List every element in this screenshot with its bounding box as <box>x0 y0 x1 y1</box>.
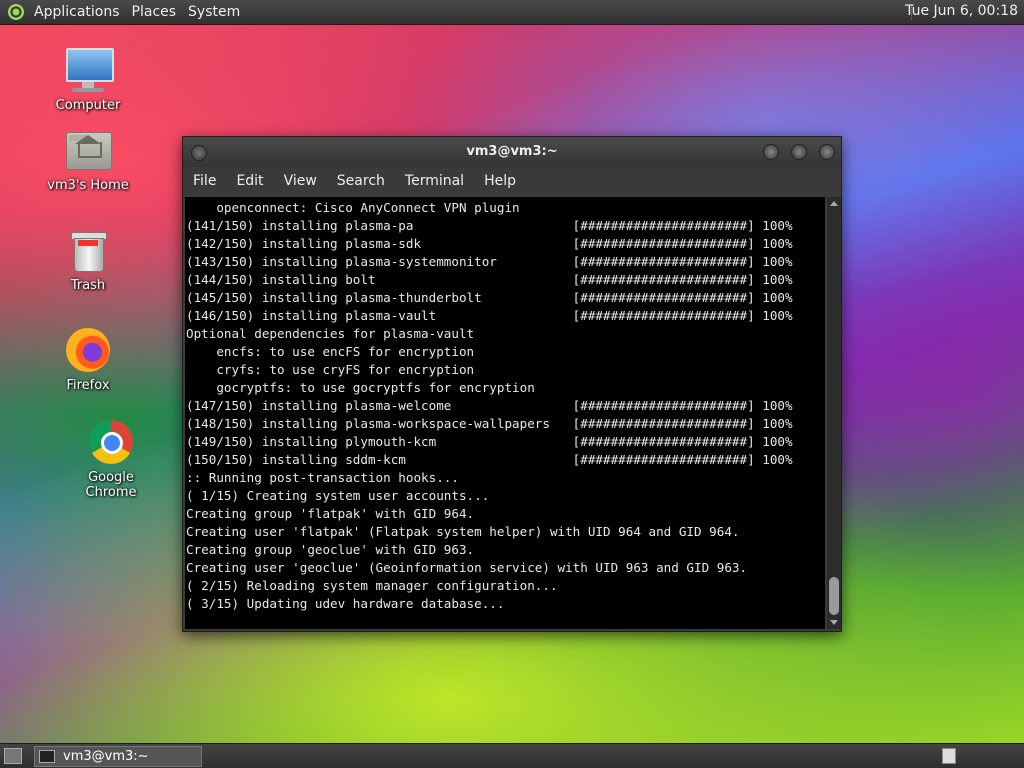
terminal-icon <box>39 750 55 763</box>
desktop-icon-chrome[interactable]: Google Chrome <box>61 418 161 500</box>
terminal-line: Optional dependencies for plasma-vault <box>186 326 475 341</box>
window-title: vm3@vm3:~ <box>466 144 558 159</box>
menu-edit[interactable]: Edit <box>236 173 263 189</box>
terminal-line: Creating user 'flatpak' (Flatpak system … <box>186 524 740 539</box>
desktop-icon-trash[interactable]: Trash <box>38 226 138 293</box>
terminal-line: cryfs: to use cryFS for encryption <box>186 362 475 377</box>
terminal-line: Creating group 'flatpak' with GID 964. <box>186 506 475 521</box>
firefox-icon <box>64 326 112 374</box>
workspace-switcher[interactable] <box>942 748 956 764</box>
terminal-line: openconnect: Cisco AnyConnect VPN plugin <box>186 200 520 215</box>
menu-search[interactable]: Search <box>337 173 385 189</box>
distro-logo-icon[interactable] <box>8 4 24 20</box>
terminal-line: :: Running post-transaction hooks... <box>186 470 459 485</box>
terminal-line: gocryptfs: to use gocryptfs for encrypti… <box>186 380 535 395</box>
scroll-up-arrow-icon[interactable] <box>830 201 838 206</box>
minimize-button[interactable] <box>763 144 779 160</box>
terminal-line: Creating group 'geoclue' with GID 963. <box>186 542 475 557</box>
terminal-text: openconnect: Cisco AnyConnect VPN plugin… <box>185 197 825 613</box>
trash-icon <box>64 226 112 274</box>
menu-view[interactable]: View <box>284 173 317 189</box>
home-folder-icon <box>64 126 112 174</box>
scroll-down-arrow-icon[interactable] <box>830 620 838 625</box>
terminal-line: (144/150) installing bolt [#############… <box>186 272 793 287</box>
maximize-button[interactable] <box>791 144 807 160</box>
terminal-line: (142/150) installing plasma-sdk [#######… <box>186 236 793 251</box>
window-titlebar[interactable]: vm3@vm3:~ <box>183 137 841 167</box>
terminal-line: (143/150) installing plasma-systemmonito… <box>186 254 793 269</box>
terminal-line: encfs: to use encFS for encryption <box>186 344 475 359</box>
taskbar-button-terminal[interactable]: vm3@vm3:~ <box>34 746 202 767</box>
computer-icon <box>64 46 114 94</box>
show-desktop-icon[interactable] <box>4 748 22 764</box>
menu-help[interactable]: Help <box>484 173 516 189</box>
terminal-line: (147/150) installing plasma-welcome [###… <box>186 398 793 413</box>
terminal-line: ( 1/15) Creating system user accounts... <box>186 488 490 503</box>
terminal-line: (145/150) installing plasma-thunderbolt … <box>186 290 793 305</box>
menu-file[interactable]: File <box>193 173 216 189</box>
desktop-icon-label: vm3's Home <box>47 178 129 193</box>
bottom-panel: vm3@vm3:~ <box>0 743 1024 768</box>
clock[interactable]: Tue Jun 6, 00:18 <box>905 3 1018 19</box>
desktop-icon-label: Trash <box>70 278 106 293</box>
desktop-icon-home[interactable]: vm3's Home <box>38 126 138 193</box>
terminal-line: ( 3/15) Updating udev hardware database.… <box>186 596 505 611</box>
terminal-output[interactable]: openconnect: Cisco AnyConnect VPN plugin… <box>185 197 825 629</box>
desktop-icon-firefox[interactable]: Firefox <box>38 326 138 393</box>
chrome-icon <box>87 418 135 466</box>
terminal-line: Creating user 'geoclue' (Geoinformation … <box>186 560 748 575</box>
terminal-scrollbar[interactable] <box>827 197 841 629</box>
desktop-icon-computer[interactable]: Computer <box>38 46 138 113</box>
terminal-line: (150/150) installing sddm-kcm [#########… <box>186 452 793 467</box>
top-panel: Applications Places System Tue Jun 6, 00… <box>0 0 1024 25</box>
desktop-icon-label: Computer <box>55 98 121 113</box>
menu-terminal[interactable]: Terminal <box>405 173 464 189</box>
taskbar-button-label: vm3@vm3:~ <box>63 749 149 764</box>
menu-applications[interactable]: Applications <box>30 4 128 20</box>
menu-places[interactable]: Places <box>128 4 185 20</box>
menu-system[interactable]: System <box>184 4 248 20</box>
terminal-menubar: File Edit View Search Terminal Help <box>183 167 841 195</box>
terminal-line: ( 2/15) Reloading system manager configu… <box>186 578 558 593</box>
terminal-line: (148/150) installing plasma-workspace-wa… <box>186 416 793 431</box>
close-button[interactable] <box>819 144 835 160</box>
terminal-line: (141/150) installing plasma-pa [########… <box>186 218 793 233</box>
terminal-line: (146/150) installing plasma-vault [#####… <box>186 308 793 323</box>
terminal-window[interactable]: vm3@vm3:~ File Edit View Search Terminal… <box>182 136 842 632</box>
desktop-icon-label: Google Chrome <box>85 470 137 500</box>
scrollbar-thumb[interactable] <box>829 577 839 615</box>
terminal-line: (149/150) installing plymouth-kcm [#####… <box>186 434 793 449</box>
desktop-icon-label: Firefox <box>66 378 110 393</box>
